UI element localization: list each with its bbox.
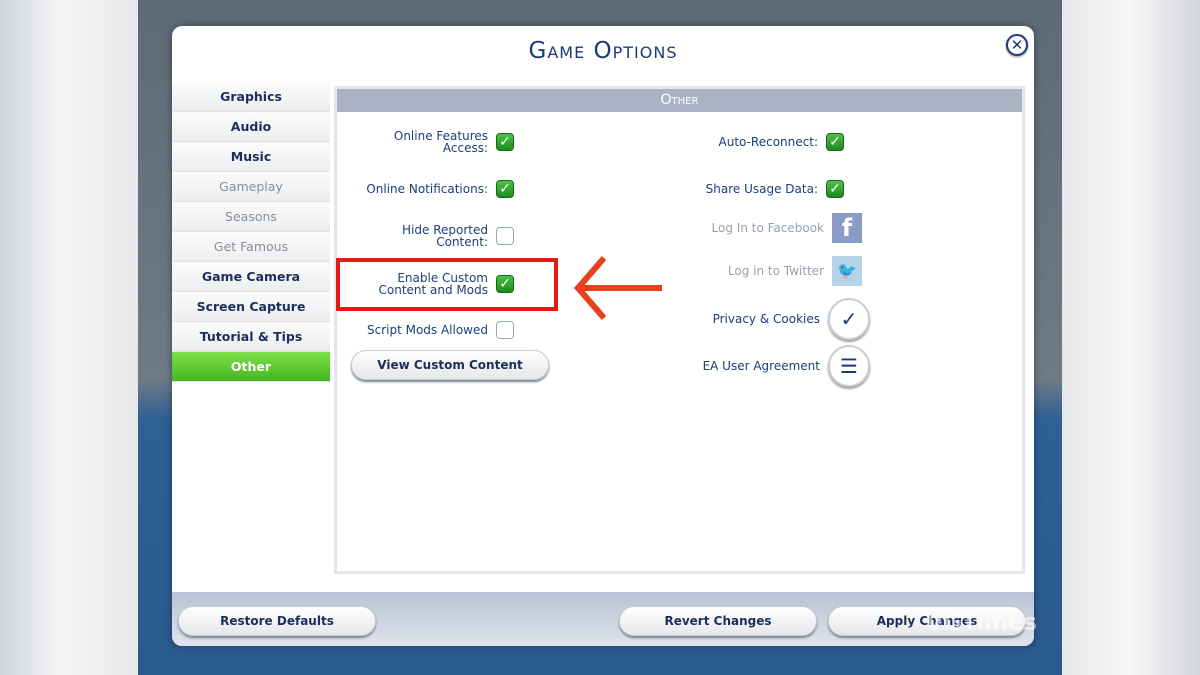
checked-checkbox[interactable]: ✓ <box>496 180 514 198</box>
sidebar: Graphics Audio Music Gameplay Seasons Get Fam… <box>172 82 330 382</box>
option-row: Online Features Access: ✓ <box>394 130 514 154</box>
facebook-label: Log In to Facebook <box>711 221 824 235</box>
agreement-label: EA User Agreement <box>702 359 820 373</box>
sidebar-item-audio[interactable]: Audio <box>172 112 330 142</box>
revert-changes-button[interactable]: Revert Changes <box>619 606 817 636</box>
option-row: Hide Reported Content: <box>402 224 514 248</box>
unchecked-checkbox[interactable] <box>496 227 514 245</box>
sidebar-item-gameplay[interactable]: Gameplay <box>172 172 330 202</box>
checked-checkbox[interactable]: ✓ <box>496 133 514 151</box>
option-label: Share Usage Data: <box>705 182 818 196</box>
view-custom-content-button[interactable]: View Custom Content <box>351 350 549 380</box>
option-row: Share Usage Data: ✓ <box>706 177 844 201</box>
sidebar-item-screen-capture[interactable]: Screen Capture <box>172 292 330 322</box>
privacy-label: Privacy & Cookies <box>712 312 820 326</box>
option-label: Online Notifications: <box>366 182 488 196</box>
checked-checkbox[interactable]: ✓ <box>826 180 844 198</box>
close-button[interactable]: ✕ <box>1006 34 1028 56</box>
option-label: Hide Reported Content: <box>402 223 488 249</box>
watermark: VGTimes <box>925 608 1037 636</box>
option-row: Auto-Reconnect: ✓ <box>719 130 844 154</box>
option-label: Online Features Access: <box>393 129 488 155</box>
footer: Restore Defaults Revert Changes Apply Ch… <box>172 592 1034 646</box>
sidebar-item-graphics[interactable]: Graphics <box>172 82 330 112</box>
option-row: Online Notifications: ✓ <box>366 177 514 201</box>
privacy-cookies-link[interactable]: Privacy & Cookies ✓ <box>713 298 870 340</box>
sidebar-item-tutorial-tips[interactable]: Tutorial & Tips <box>172 322 330 352</box>
facebook-login[interactable]: Log In to Facebook f <box>712 213 862 243</box>
sidebar-item-game-camera[interactable]: Game Camera <box>172 262 330 292</box>
twitter-label: Log in to Twitter <box>727 264 824 278</box>
red-arrow-icon <box>574 256 662 320</box>
sidebar-item-get-famous[interactable]: Get Famous <box>172 232 330 262</box>
shield-check-icon[interactable]: ✓ <box>828 298 870 340</box>
twitter-login[interactable]: Log in to Twitter 🐦 <box>728 256 862 286</box>
option-label: Script Mods Allowed <box>366 323 488 337</box>
option-label: Auto-Reconnect: <box>718 135 818 149</box>
dialog-title: Game Options <box>528 38 678 64</box>
game-options-dialog: Game Options ✕ Graphics Audio Music Gamepla… <box>172 26 1034 646</box>
highlight-box <box>336 258 558 311</box>
sidebar-item-seasons[interactable]: Seasons <box>172 202 330 232</box>
document-icon[interactable]: ☰ <box>828 345 870 387</box>
sidebar-item-other[interactable]: Other <box>172 352 330 382</box>
ea-user-agreement-link[interactable]: EA User Agreement ☰ <box>703 345 870 387</box>
restore-defaults-button[interactable]: Restore Defaults <box>178 606 376 636</box>
facebook-icon[interactable]: f <box>832 213 862 243</box>
checked-checkbox[interactable]: ✓ <box>826 133 844 151</box>
sidebar-item-music[interactable]: Music <box>172 142 330 172</box>
option-row: Script Mods Allowed <box>367 318 514 342</box>
twitter-icon[interactable]: 🐦 <box>832 256 862 286</box>
unchecked-checkbox[interactable] <box>496 321 514 339</box>
panel-header: Other <box>337 89 1022 112</box>
